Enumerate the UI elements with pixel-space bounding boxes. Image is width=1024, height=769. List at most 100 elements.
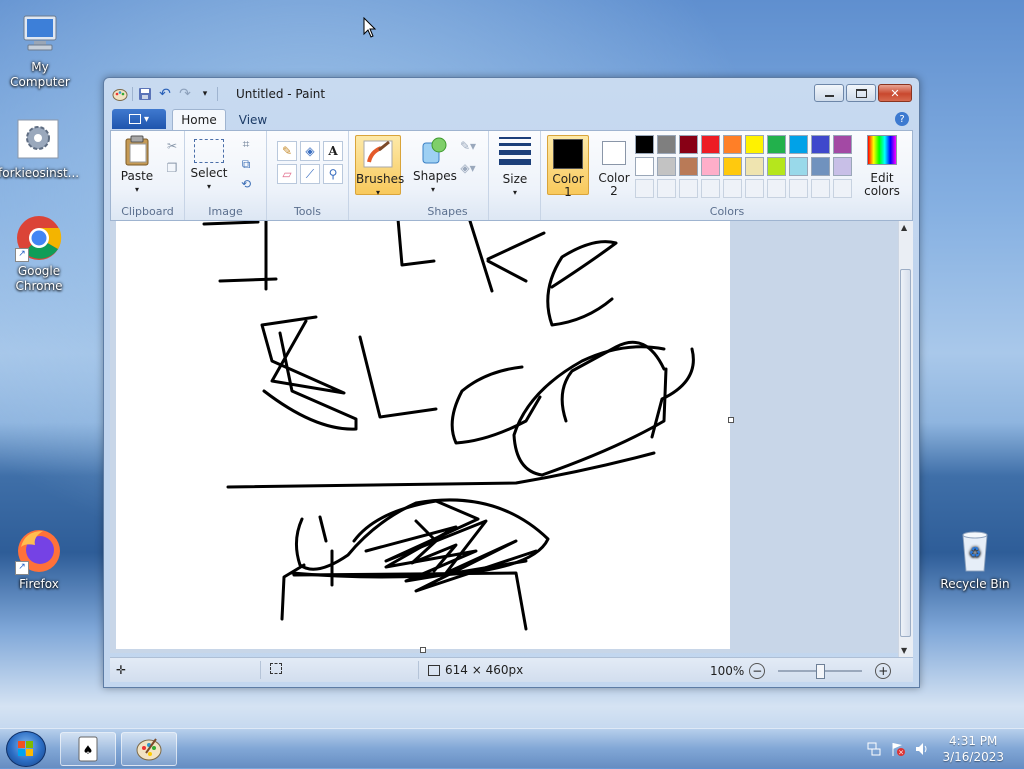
color-swatch[interactable]: [811, 157, 830, 176]
firefox-icon: ↗: [15, 527, 63, 575]
size-button[interactable]: Size ▾: [495, 137, 535, 199]
color-swatch[interactable]: [723, 157, 742, 176]
system-clock[interactable]: 4:31 PM 3/16/2023: [942, 733, 1004, 765]
color-swatch[interactable]: [723, 135, 742, 154]
zoom-slider-thumb[interactable]: [816, 664, 826, 679]
color-swatch[interactable]: [635, 157, 654, 176]
outline-icon[interactable]: ✎▾: [459, 137, 477, 155]
select-button[interactable]: Select ▾: [189, 135, 229, 193]
custom-color-slot[interactable]: [745, 179, 764, 198]
size-group: Size ▾: [489, 131, 541, 220]
eraser-icon[interactable]: ▱: [277, 164, 297, 184]
desktop-icon-google-chrome[interactable]: ↗ Google Chrome: [0, 214, 79, 294]
svg-text:♻: ♻: [969, 545, 982, 561]
scrollbar-thumb[interactable]: [900, 269, 911, 637]
color-swatch[interactable]: [679, 157, 698, 176]
scroll-up-icon[interactable]: ▲: [901, 223, 907, 232]
desktop-icon-label: Recycle Bin: [940, 577, 1010, 591]
color-swatch[interactable]: [701, 135, 720, 154]
vertical-scrollbar[interactable]: ▲ ▼: [898, 221, 913, 657]
quick-access-toolbar: ↶ ↷ ▾: [112, 86, 218, 102]
shortcut-arrow-icon: ↗: [15, 248, 29, 262]
taskbar-paint[interactable]: [121, 732, 177, 766]
undo-icon[interactable]: ↶: [157, 86, 173, 102]
color-swatch[interactable]: [745, 157, 764, 176]
custom-color-slot[interactable]: [701, 179, 720, 198]
minimize-button[interactable]: [814, 84, 844, 102]
tab-home[interactable]: Home: [172, 109, 226, 130]
network-icon[interactable]: [866, 741, 882, 757]
color-swatch[interactable]: [657, 135, 676, 154]
restore-icon: [855, 88, 867, 98]
paint-menu-button[interactable]: ▾: [112, 109, 166, 129]
zoom-in-button[interactable]: +: [875, 663, 892, 679]
window-title: Untitled - Paint: [236, 87, 326, 101]
brushes-button[interactable]: Brushes ▾: [355, 135, 404, 197]
shapes-button[interactable]: Shapes ▾: [413, 135, 457, 196]
scroll-down-icon[interactable]: ▼: [901, 646, 907, 655]
desktop-icon-my-computer[interactable]: My Computer: [0, 10, 80, 90]
pencil-icon[interactable]: ✎: [277, 141, 297, 161]
size-lines-icon: [499, 137, 531, 165]
fill-bucket-icon[interactable]: ◈: [300, 141, 320, 161]
text-icon[interactable]: A: [323, 141, 343, 161]
custom-color-slot[interactable]: [833, 179, 852, 198]
color-swatch[interactable]: [767, 157, 786, 176]
color-swatch[interactable]: [635, 135, 654, 154]
rotate-icon[interactable]: ⟲: [237, 175, 255, 193]
custom-color-slot[interactable]: [635, 179, 654, 198]
tab-view[interactable]: View: [230, 109, 276, 130]
custom-color-slot[interactable]: [657, 179, 676, 198]
mouse-cursor-icon: [363, 17, 377, 38]
color-picker-icon[interactable]: ⟋: [300, 164, 320, 184]
desktop-icon-firefox[interactable]: ↗ Firefox: [0, 527, 79, 592]
resize-icon[interactable]: ⧉: [237, 155, 255, 173]
custom-color-slot[interactable]: [789, 179, 808, 198]
zoom-slider[interactable]: [778, 664, 863, 679]
color2-button[interactable]: Color 2: [593, 135, 635, 198]
custom-color-slot[interactable]: [811, 179, 830, 198]
volume-icon[interactable]: [914, 741, 930, 757]
zoom-out-button[interactable]: −: [749, 663, 766, 679]
color-swatch[interactable]: [811, 135, 830, 154]
color-swatch[interactable]: [833, 157, 852, 176]
color-swatch[interactable]: [679, 135, 698, 154]
color-swatch[interactable]: [833, 135, 852, 154]
cut-icon[interactable]: ✂: [163, 137, 181, 155]
canvas-resize-handle-right[interactable]: [728, 417, 734, 423]
color-swatch[interactable]: [789, 135, 808, 154]
desktop-icon-forkieos[interactable]: forkieosinst...: [0, 116, 79, 181]
action-center-flag-icon[interactable]: ×: [890, 741, 906, 757]
magnifier-icon[interactable]: ⚲: [323, 164, 343, 184]
paste-button[interactable]: Paste ▾: [115, 135, 159, 196]
custom-color-slot[interactable]: [723, 179, 742, 198]
canvas-resize-handle-bottom[interactable]: [420, 647, 426, 653]
title-bar[interactable]: ↶ ↷ ▾ Untitled - Paint ✕: [104, 78, 919, 108]
fill-icon[interactable]: ◈▾: [459, 159, 477, 177]
custom-color-slot[interactable]: [767, 179, 786, 198]
maximize-button[interactable]: [846, 84, 876, 102]
save-icon[interactable]: [137, 86, 153, 102]
color-palette: [635, 135, 857, 203]
edit-colors-button[interactable]: Edit colors: [859, 135, 905, 198]
copy-icon[interactable]: ❐: [163, 159, 181, 177]
desktop-icon-label: Google Chrome: [15, 264, 63, 293]
color-swatch[interactable]: [701, 157, 720, 176]
custom-color-slot[interactable]: [679, 179, 698, 198]
color-swatch[interactable]: [789, 157, 808, 176]
taskbar-solitaire[interactable]: ♠: [60, 732, 116, 766]
customize-toolbar-icon[interactable]: ▾: [197, 86, 213, 102]
close-button[interactable]: ✕: [878, 84, 912, 102]
desktop-icon-recycle-bin[interactable]: ♻ Recycle Bin: [935, 527, 1015, 592]
redo-icon[interactable]: ↷: [177, 86, 193, 102]
drawing-canvas[interactable]: [116, 221, 734, 653]
help-icon[interactable]: ?: [895, 112, 909, 126]
paint-app-icon[interactable]: [112, 86, 128, 102]
color-swatch[interactable]: [745, 135, 764, 154]
crop-icon[interactable]: ⌗: [237, 135, 255, 153]
start-button[interactable]: [6, 731, 46, 767]
color1-button[interactable]: Color 1: [547, 135, 589, 199]
windows-logo-icon: [18, 741, 33, 756]
color-swatch[interactable]: [767, 135, 786, 154]
color-swatch[interactable]: [657, 157, 676, 176]
